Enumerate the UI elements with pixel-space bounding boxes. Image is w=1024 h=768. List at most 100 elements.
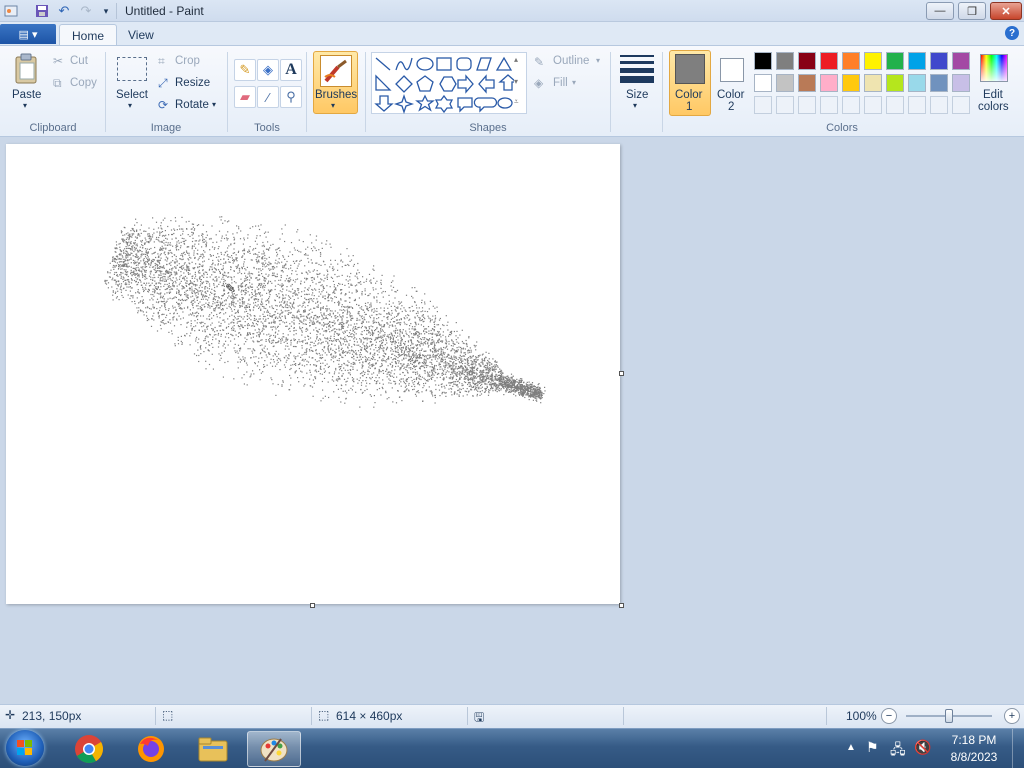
- canvas-resize-handle-right[interactable]: [619, 371, 624, 376]
- paste-button[interactable]: Paste: [12, 89, 41, 101]
- shapes-scroll-down-icon[interactable]: ▾: [514, 77, 518, 86]
- firefox-taskbar-button[interactable]: [124, 731, 178, 767]
- custom-color-slot[interactable]: [842, 96, 860, 114]
- palette-swatch[interactable]: [820, 74, 838, 92]
- show-hidden-icons-icon[interactable]: ▲: [846, 742, 856, 753]
- outline-dropdown-icon[interactable]: ▾: [596, 56, 600, 65]
- palette-swatch[interactable]: [908, 74, 926, 92]
- palette-swatch[interactable]: [798, 74, 816, 92]
- color-picker-icon[interactable]: ⁄: [257, 86, 279, 108]
- close-button[interactable]: ✕: [990, 2, 1022, 20]
- status-divider: [826, 707, 827, 725]
- paint-taskbar-button[interactable]: [247, 731, 301, 767]
- help-icon[interactable]: ?: [1005, 26, 1019, 40]
- tab-view[interactable]: View: [116, 24, 166, 46]
- eraser-icon[interactable]: ▰: [234, 86, 256, 108]
- custom-color-slot[interactable]: [930, 96, 948, 114]
- cut-button[interactable]: Cut: [70, 55, 88, 67]
- resize-button[interactable]: Resize: [175, 77, 210, 89]
- zoom-in-icon[interactable]: +: [1004, 708, 1020, 724]
- custom-color-slot[interactable]: [776, 96, 794, 114]
- action-center-icon[interactable]: ⚑: [866, 739, 879, 756]
- canvas-resize-handle-bottom[interactable]: [310, 603, 315, 608]
- custom-color-slot[interactable]: [864, 96, 882, 114]
- left-arrow-shape-icon: [478, 74, 495, 94]
- clock-date[interactable]: 8/8/2023: [946, 750, 1002, 764]
- palette-swatch[interactable]: [798, 52, 816, 70]
- palette-swatch[interactable]: [754, 52, 772, 70]
- curve-shape-icon: [395, 57, 413, 71]
- palette-swatch[interactable]: [864, 52, 882, 70]
- pencil-icon[interactable]: ✎: [234, 59, 256, 81]
- drawing-canvas[interactable]: ✎: [6, 144, 620, 604]
- size-button[interactable]: Size: [626, 89, 648, 101]
- edit-colors-label-2[interactable]: colors: [978, 101, 1009, 113]
- palette-swatch[interactable]: [952, 74, 970, 92]
- palette-swatch[interactable]: [842, 52, 860, 70]
- status-divider: [311, 707, 312, 725]
- custom-color-slot[interactable]: [820, 96, 838, 114]
- crop-icon: ⌗: [158, 54, 165, 68]
- magnifier-icon[interactable]: ⚲: [280, 86, 302, 108]
- custom-color-slot[interactable]: [798, 96, 816, 114]
- fill-button[interactable]: Fill: [553, 77, 568, 89]
- palette-swatch[interactable]: [820, 52, 838, 70]
- customize-quick-access-icon[interactable]: ▾: [98, 3, 114, 19]
- network-icon[interactable]: 🖧: [890, 739, 906, 763]
- clock-time[interactable]: 7:18 PM: [950, 733, 998, 747]
- size-icon[interactable]: [620, 54, 654, 84]
- palette-swatch[interactable]: [864, 74, 882, 92]
- paint-menu-button[interactable]: ▤ ▾: [0, 24, 56, 44]
- fill-dropdown-icon[interactable]: ▾: [572, 78, 576, 87]
- shapes-expand-icon[interactable]: ⩡: [514, 97, 519, 107]
- redo-icon[interactable]: ↷: [78, 3, 94, 19]
- copy-button[interactable]: Copy: [70, 77, 97, 89]
- palette-swatch[interactable]: [952, 52, 970, 70]
- color2-swatch[interactable]: [720, 58, 744, 82]
- custom-color-slot[interactable]: [952, 96, 970, 114]
- restore-button[interactable]: ❐: [958, 2, 986, 20]
- palette-swatch[interactable]: [930, 74, 948, 92]
- shapes-scroll-up-icon[interactable]: ▴: [514, 55, 518, 64]
- palette-swatch[interactable]: [754, 74, 772, 92]
- edit-colors-icon[interactable]: [980, 54, 1008, 82]
- canvas-resize-handle-corner[interactable]: [619, 603, 624, 608]
- select-dropdown-icon[interactable]: ▾: [128, 101, 132, 110]
- palette-swatch[interactable]: [886, 74, 904, 92]
- palette-swatch[interactable]: [908, 52, 926, 70]
- volume-muted-icon[interactable]: 🔇: [914, 739, 931, 756]
- palette-swatch[interactable]: [776, 52, 794, 70]
- zoom-out-icon[interactable]: −: [881, 708, 897, 724]
- minimize-button[interactable]: —: [926, 2, 954, 20]
- tab-home[interactable]: Home: [59, 24, 118, 46]
- palette-swatch[interactable]: [776, 74, 794, 92]
- custom-color-slot[interactable]: [754, 96, 772, 114]
- fill-bucket-icon[interactable]: ◈: [257, 59, 279, 81]
- palette-swatch[interactable]: [842, 74, 860, 92]
- custom-color-slot[interactable]: [908, 96, 926, 114]
- rotate-dropdown-icon[interactable]: ▾: [212, 100, 216, 109]
- file-explorer-taskbar-button[interactable]: [186, 731, 240, 767]
- palette-swatch[interactable]: [886, 52, 904, 70]
- outline-button[interactable]: Outline: [553, 55, 589, 67]
- select-button[interactable]: Select: [116, 89, 148, 101]
- palette-swatch[interactable]: [930, 52, 948, 70]
- edit-colors-label[interactable]: Edit: [983, 89, 1003, 101]
- paste-icon[interactable]: [12, 52, 40, 86]
- paint-app-icon[interactable]: [3, 3, 19, 19]
- chrome-taskbar-button[interactable]: [62, 731, 116, 767]
- text-tool-icon[interactable]: A: [280, 59, 302, 81]
- crop-button[interactable]: Crop: [175, 55, 200, 67]
- size-dropdown-icon[interactable]: ▾: [633, 101, 637, 110]
- undo-icon[interactable]: ↶: [56, 3, 72, 19]
- paste-dropdown-icon[interactable]: ▾: [23, 101, 27, 110]
- show-desktop-button[interactable]: [1012, 729, 1024, 768]
- save-icon[interactable]: [34, 3, 50, 19]
- start-button[interactable]: [6, 730, 44, 766]
- status-divider: [623, 707, 624, 725]
- rotate-button[interactable]: Rotate: [175, 99, 209, 111]
- zoom-slider-thumb[interactable]: [945, 709, 953, 723]
- custom-color-slot[interactable]: [886, 96, 904, 114]
- select-icon[interactable]: [117, 57, 147, 81]
- color2-label[interactable]: Color: [717, 89, 744, 101]
